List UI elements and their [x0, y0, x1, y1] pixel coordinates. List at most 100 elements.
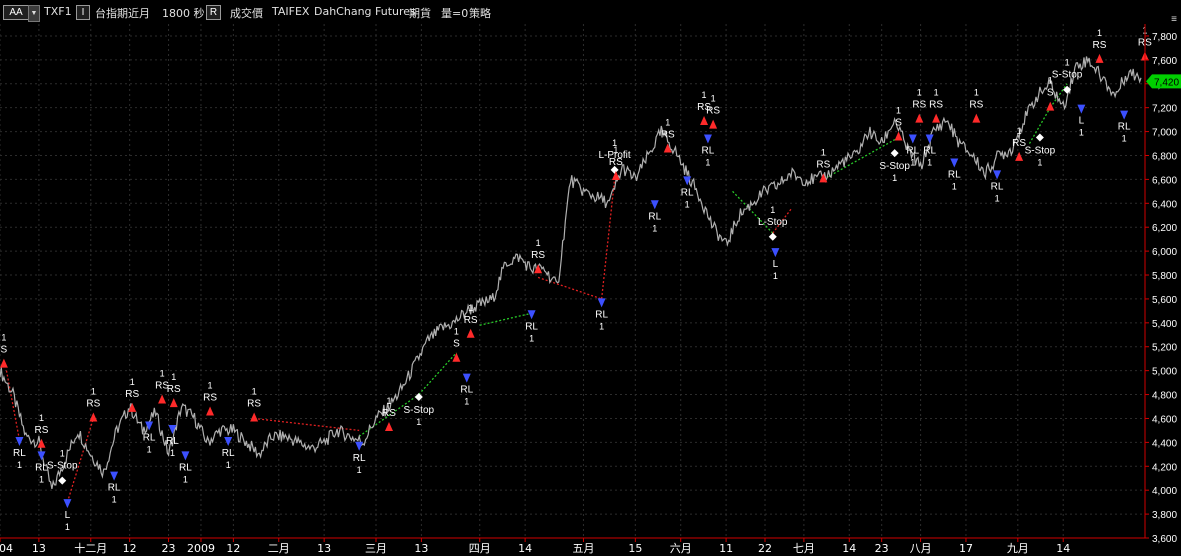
signal-label: RS [706, 106, 720, 117]
signal-label: S [1047, 88, 1054, 99]
signal-marker: RL1 [525, 310, 538, 343]
signal-label: RS [464, 315, 478, 326]
signal-marker: RS 1 [1093, 28, 1107, 63]
signal-marker: RS 1 [125, 377, 140, 412]
mode-indicator-button[interactable]: I [76, 5, 90, 20]
trade-segment-long [479, 312, 532, 326]
signal-quantity: 1 [454, 327, 459, 337]
x-tick-label: 六月 [670, 542, 692, 555]
signal-marker: RS 1 [247, 386, 261, 422]
signal-quantity: 1 [160, 369, 165, 379]
exit-marker-icon [58, 476, 67, 485]
signal-label: S [895, 118, 902, 129]
signal-quantity: 1 [17, 460, 22, 470]
y-tick-label: 7,600 [1152, 56, 1177, 67]
last-price-label: 7,420 [1154, 77, 1179, 88]
buy-arrow-icon [1120, 110, 1129, 120]
sell-arrow-icon [709, 119, 718, 129]
signal-label: RL [13, 448, 26, 459]
chart-toolbar: AA ▼ TXF1 I 台指期近月 1800 秒 R 成交價 TAIFEX Da… [0, 0, 1181, 24]
buy-arrow-icon [908, 134, 917, 144]
y-tick-label: 5,400 [1152, 319, 1177, 330]
signal-label: RS [382, 408, 396, 419]
signal-marker: RS 1 [969, 88, 984, 123]
signal-marker: RL1 [460, 373, 474, 407]
signal-quantity: 1 [974, 88, 979, 98]
buy-arrow-icon [110, 471, 119, 481]
r-indicator-button[interactable]: R [206, 5, 221, 20]
signal-quantity: 1 [1065, 58, 1070, 68]
sell-arrow-icon [915, 113, 924, 123]
x-tick-label: 九月 [1007, 542, 1029, 555]
signal-marker: L-Profit1 [598, 138, 631, 174]
signal-label: RL [923, 146, 936, 157]
signal-label: RL [991, 181, 1004, 192]
price-chart[interactable]: S1RL1RS1RL1S-Stop1L1RS1RL1RS1RL1RS1RS1RL… [0, 0, 1181, 556]
signal-quantity: 1 [711, 94, 716, 104]
buy-arrow-icon [1077, 104, 1086, 114]
signal-quantity: 1 [685, 199, 690, 209]
signal-marker: RL1 [595, 298, 608, 331]
signal-marker: RL1 [166, 425, 179, 458]
signal-quantity: 1 [917, 88, 922, 98]
buy-arrow-icon [925, 134, 934, 144]
signal-quantity: 1 [995, 193, 1000, 203]
dropdown-button[interactable]: AA [3, 5, 29, 20]
x-tick-label: 17 [959, 542, 973, 555]
signal-quantity: 1 [1097, 28, 1102, 38]
y-tick-label: 6,600 [1152, 175, 1177, 186]
signal-quantity: 1 [599, 321, 604, 331]
volume-label: 量=0 [441, 7, 469, 20]
signal-label: L-Stop [758, 217, 788, 228]
signal-marker: RS 1 [929, 88, 943, 123]
x-tick-label: 13 [317, 542, 331, 555]
sell-arrow-icon [206, 406, 215, 416]
x-tick-label: 七月 [793, 542, 815, 555]
chevron-down-icon[interactable]: ▼ [28, 5, 40, 22]
buy-arrow-icon [993, 170, 1002, 180]
signal-label: S-Stop [1025, 146, 1056, 157]
y-tick-label: 7,800 [1152, 32, 1177, 43]
signal-quantity: 1 [226, 460, 231, 470]
sell-arrow-icon [452, 352, 461, 362]
signal-quantity: 1 [112, 495, 117, 505]
signal-label: S-Stop [1052, 70, 1083, 81]
x-tick-label: 13 [414, 542, 428, 555]
signal-marker: RL1 [648, 200, 662, 233]
buy-arrow-icon [15, 436, 24, 446]
buy-arrow-icon [224, 436, 233, 446]
strategy-label[interactable]: 策略 [469, 5, 491, 21]
sell-arrow-icon [1095, 53, 1104, 63]
x-tick-label: 二月 [268, 542, 290, 555]
buy-arrow-icon [63, 499, 72, 509]
signal-label: RS [969, 100, 983, 111]
symbol-label: TXF1 [44, 5, 72, 18]
x-tick-label: 04 [0, 542, 13, 555]
signal-quantity: 1 [529, 333, 534, 343]
signal-marker: RL1 [143, 421, 156, 454]
sell-arrow-icon [1015, 151, 1024, 161]
sell-arrow-icon [158, 394, 167, 404]
signal-label: RS [203, 392, 217, 403]
signal-label: RS [1093, 40, 1107, 51]
signal-quantity: 1 [183, 474, 188, 484]
signal-marker: RL1 [948, 158, 961, 191]
y-tick-label: 4,000 [1152, 486, 1177, 497]
x-tick-label: 14 [842, 542, 856, 555]
signal-marker: RL1 [353, 441, 366, 475]
signal-label: RL [179, 462, 192, 473]
signal-label: RL [702, 146, 715, 157]
signal-label: S-Stop [879, 161, 910, 172]
signal-quantity: 1 [705, 158, 710, 168]
sell-arrow-icon [972, 113, 981, 123]
signal-quantity: 1 [464, 397, 469, 407]
buy-arrow-icon [181, 451, 190, 461]
signal-marker: RL1 [923, 134, 936, 168]
buy-arrow-icon [168, 425, 177, 435]
x-tick-label: 三月 [365, 542, 387, 555]
panel-menu-icon[interactable]: ≡ [1171, 14, 1177, 25]
signal-quantity: 1 [821, 147, 826, 157]
signal-quantity: 1 [60, 449, 65, 459]
signal-quantity: 1 [208, 380, 213, 390]
interval-label: 1800 秒 [162, 7, 205, 20]
